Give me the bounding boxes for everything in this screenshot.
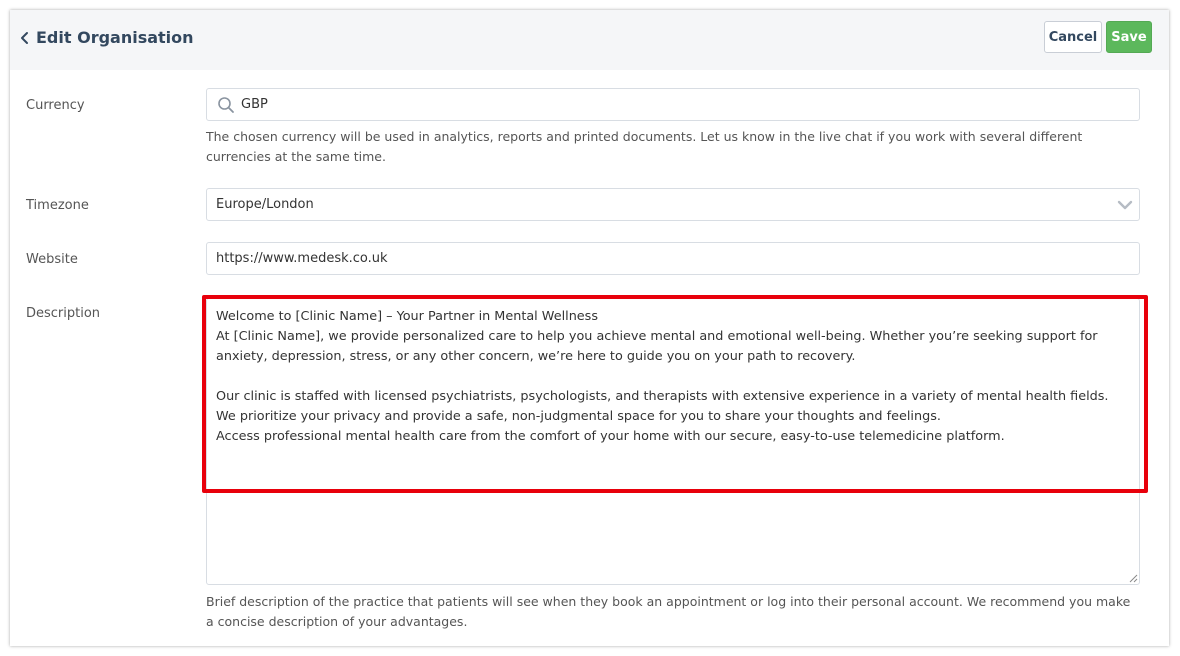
resize-handle-icon[interactable] (1128, 573, 1138, 583)
chevron-left-icon (21, 31, 28, 44)
currency-label: Currency (26, 98, 85, 113)
website-input[interactable]: https://www.medesk.co.uk (206, 242, 1140, 275)
description-label: Description (26, 306, 101, 321)
description-help-text: Brief description of the practice that p… (206, 594, 1131, 629)
page-header: Edit Organisation Cancel Save (10, 10, 1169, 70)
save-button[interactable]: Save (1106, 21, 1152, 53)
currency-search-input[interactable]: GBP (206, 88, 1140, 121)
currency-help-text: The chosen currency will be used in anal… (206, 129, 1083, 164)
edit-organisation-panel: Edit Organisation Cancel Save Currency G… (10, 10, 1169, 646)
back-link[interactable]: Edit Organisation (18, 28, 194, 47)
cancel-button[interactable]: Cancel (1044, 21, 1102, 53)
chevron-down-icon (1117, 200, 1133, 210)
description-textarea[interactable]: Welcome to [Clinic Name] – Your Partner … (206, 298, 1140, 585)
website-label: Website (26, 252, 78, 267)
website-value: https://www.medesk.co.uk (216, 251, 388, 266)
currency-value: GBP (241, 97, 268, 112)
timezone-select[interactable]: Europe/London (206, 188, 1140, 221)
timezone-label: Timezone (26, 198, 89, 213)
timezone-value: Europe/London (216, 197, 314, 212)
search-icon (218, 96, 234, 113)
page-title: Edit Organisation (36, 28, 194, 47)
